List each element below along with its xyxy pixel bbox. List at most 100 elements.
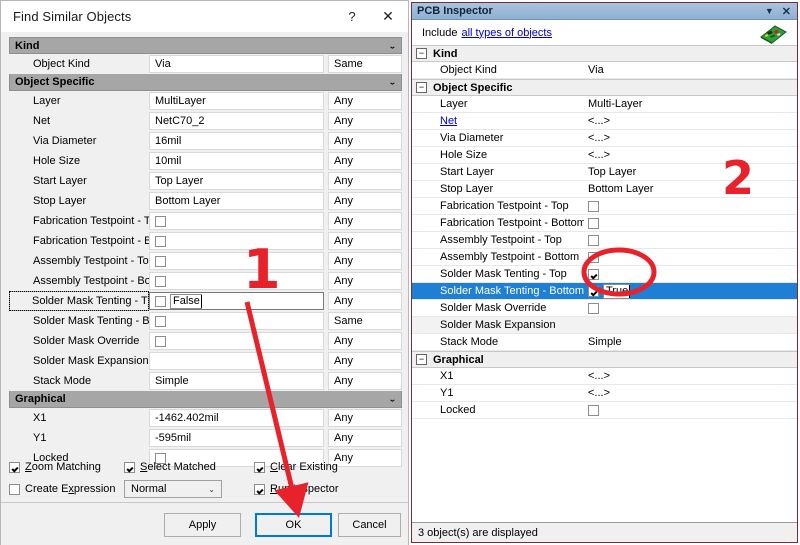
inspector-row[interactable]: Solder Mask Tenting - Bottom True <box>412 283 797 300</box>
criteria-value[interactable]: Top Layer <box>149 172 324 190</box>
apply-button[interactable]: Apply <box>164 513 241 537</box>
inspector-checkbox[interactable] <box>588 404 599 416</box>
criteria-match-operator[interactable]: Any <box>328 372 402 390</box>
criteria-checkbox[interactable] <box>155 255 166 267</box>
ok-button[interactable]: OK <box>255 513 332 537</box>
criteria-match-operator[interactable]: Any <box>328 409 402 427</box>
criteria-match-operator[interactable]: Any <box>328 429 402 447</box>
criteria-match-operator[interactable]: Any <box>328 152 402 170</box>
criteria-match-operator[interactable]: Any <box>328 252 402 270</box>
inspector-row[interactable]: Solder Mask Expansion <box>412 317 797 334</box>
inspector-property-value[interactable]: <...> <box>584 387 797 399</box>
criteria-row[interactable]: X1 -1462.402mil Any <box>9 408 402 428</box>
run-inspector-checkbox[interactable] <box>254 483 265 495</box>
criteria-value[interactable] <box>149 232 324 250</box>
criteria-value[interactable] <box>149 312 324 330</box>
criteria-row[interactable]: Assembly Testpoint - Top Any <box>9 251 402 271</box>
inspector-property-value[interactable] <box>584 404 797 416</box>
inspector-property-value[interactable]: <...> <box>584 132 797 144</box>
inspector-checkbox[interactable] <box>588 285 599 297</box>
run-inspector-option[interactable]: Run Inspector <box>254 483 339 495</box>
inspector-property-value[interactable] <box>584 268 797 280</box>
inspector-property-value[interactable]: Simple <box>584 336 797 348</box>
inspector-section-header-kind[interactable]: − Kind <box>412 45 797 62</box>
clear-existing-option[interactable]: Clear Existing <box>254 461 338 473</box>
criteria-row[interactable]: Solder Mask Tenting - B Same <box>9 311 402 331</box>
close-icon[interactable]: ✕ <box>368 1 408 32</box>
inspector-row[interactable]: Solder Mask Tenting - Top <box>412 266 797 283</box>
criteria-checkbox[interactable] <box>155 235 166 247</box>
inspector-checkbox[interactable] <box>588 251 599 263</box>
select-matched-option[interactable]: Select Matched <box>124 461 254 473</box>
inspector-section-header-object-specific[interactable]: − Object Specific <box>412 79 797 96</box>
criteria-row[interactable]: Solder Mask Override Any <box>9 331 402 351</box>
criteria-value[interactable] <box>149 332 324 350</box>
criteria-value[interactable]: Via <box>149 55 324 73</box>
inspector-row[interactable]: Assembly Testpoint - Top <box>412 232 797 249</box>
inspector-checkbox[interactable] <box>588 234 599 246</box>
criteria-checkbox[interactable] <box>155 315 166 327</box>
inspector-property-value[interactable] <box>584 200 797 212</box>
criteria-value-editor[interactable]: False <box>170 293 202 309</box>
select-matched-checkbox[interactable] <box>124 461 135 473</box>
inspector-property-value[interactable]: Bottom Layer <box>584 183 797 195</box>
criteria-checkbox[interactable] <box>155 215 166 227</box>
inspector-property-value[interactable]: True <box>584 283 797 299</box>
criteria-value[interactable]: Bottom Layer <box>149 192 324 210</box>
criteria-value[interactable] <box>149 272 324 290</box>
criteria-match-operator[interactable]: Same <box>328 312 402 330</box>
inspector-checkbox[interactable] <box>588 200 599 212</box>
criteria-value[interactable]: Simple <box>149 372 324 390</box>
zoom-matching-checkbox[interactable] <box>9 461 20 473</box>
inspector-property-label[interactable]: Net <box>412 115 584 127</box>
inspector-property-value[interactable]: <...> <box>584 149 797 161</box>
criteria-match-operator[interactable]: Any <box>328 92 402 110</box>
inspector-checkbox[interactable] <box>588 268 599 280</box>
clear-existing-checkbox[interactable] <box>254 461 265 473</box>
inspector-property-value[interactable] <box>584 251 797 263</box>
criteria-value[interactable]: False <box>149 292 324 310</box>
criteria-row[interactable]: Solder Mask Tenting - T False Any <box>9 291 402 311</box>
include-link[interactable]: all types of objects <box>461 27 552 39</box>
criteria-row[interactable]: Object Kind Via Same <box>9 54 402 74</box>
criteria-row[interactable]: Hole Size 10mil Any <box>9 151 402 171</box>
section-header-kind[interactable]: Kind ⌄ <box>9 37 402 54</box>
collapse-chevron-icon[interactable]: ⌄ <box>388 396 395 403</box>
inspector-row[interactable]: Via Diameter <...> <box>412 130 797 147</box>
criteria-value[interactable]: NetC70_2 <box>149 112 324 130</box>
criteria-match-operator[interactable]: Any <box>328 172 402 190</box>
inspector-row[interactable]: Fabrication Testpoint - Bottom <box>412 215 797 232</box>
criteria-match-operator[interactable]: Any <box>328 192 402 210</box>
inspector-property-value[interactable] <box>584 302 797 314</box>
inspector-row[interactable]: Solder Mask Override <box>412 300 797 317</box>
inspector-row[interactable]: Assembly Testpoint - Bottom <box>412 249 797 266</box>
inspector-value-editor[interactable]: True <box>603 283 631 299</box>
criteria-row[interactable]: Layer MultiLayer Any <box>9 91 402 111</box>
inspector-row[interactable]: Stack Mode Simple <box>412 334 797 351</box>
criteria-match-operator[interactable]: Any <box>328 352 402 370</box>
criteria-row[interactable]: Via Diameter 16mil Any <box>9 131 402 151</box>
expander-icon[interactable]: − <box>416 354 427 365</box>
close-icon[interactable]: ✕ <box>782 5 791 18</box>
inspector-row[interactable]: Net <...> <box>412 113 797 130</box>
create-expression-option[interactable]: Create Expression <box>9 483 116 495</box>
inspector-property-value[interactable]: <...> <box>584 115 797 127</box>
inspector-section-header-graphical[interactable]: − Graphical <box>412 351 797 368</box>
cancel-button[interactable]: Cancel <box>338 513 401 537</box>
criteria-value[interactable]: -1462.402mil <box>149 409 324 427</box>
criteria-row[interactable]: Start Layer Top Layer Any <box>9 171 402 191</box>
mode-select[interactable]: Normal ⌄ <box>124 480 222 498</box>
criteria-row[interactable]: Y1 -595mil Any <box>9 428 402 448</box>
criteria-match-operator[interactable]: Any <box>328 112 402 130</box>
criteria-checkbox[interactable] <box>155 335 166 347</box>
inspector-row[interactable]: Y1 <...> <box>412 385 797 402</box>
criteria-match-operator[interactable]: Any <box>328 232 402 250</box>
criteria-row[interactable]: Net NetC70_2 Any <box>9 111 402 131</box>
inspector-checkbox[interactable] <box>588 302 599 314</box>
section-header-object-specific[interactable]: Object Specific ⌄ <box>9 74 402 91</box>
inspector-property-value[interactable]: Top Layer <box>584 166 797 178</box>
criteria-value[interactable]: MultiLayer <box>149 92 324 110</box>
inspector-property-value[interactable] <box>584 217 797 229</box>
chevron-down-icon[interactable]: ▼ <box>765 6 774 16</box>
inspector-row[interactable]: Layer Multi-Layer <box>412 96 797 113</box>
